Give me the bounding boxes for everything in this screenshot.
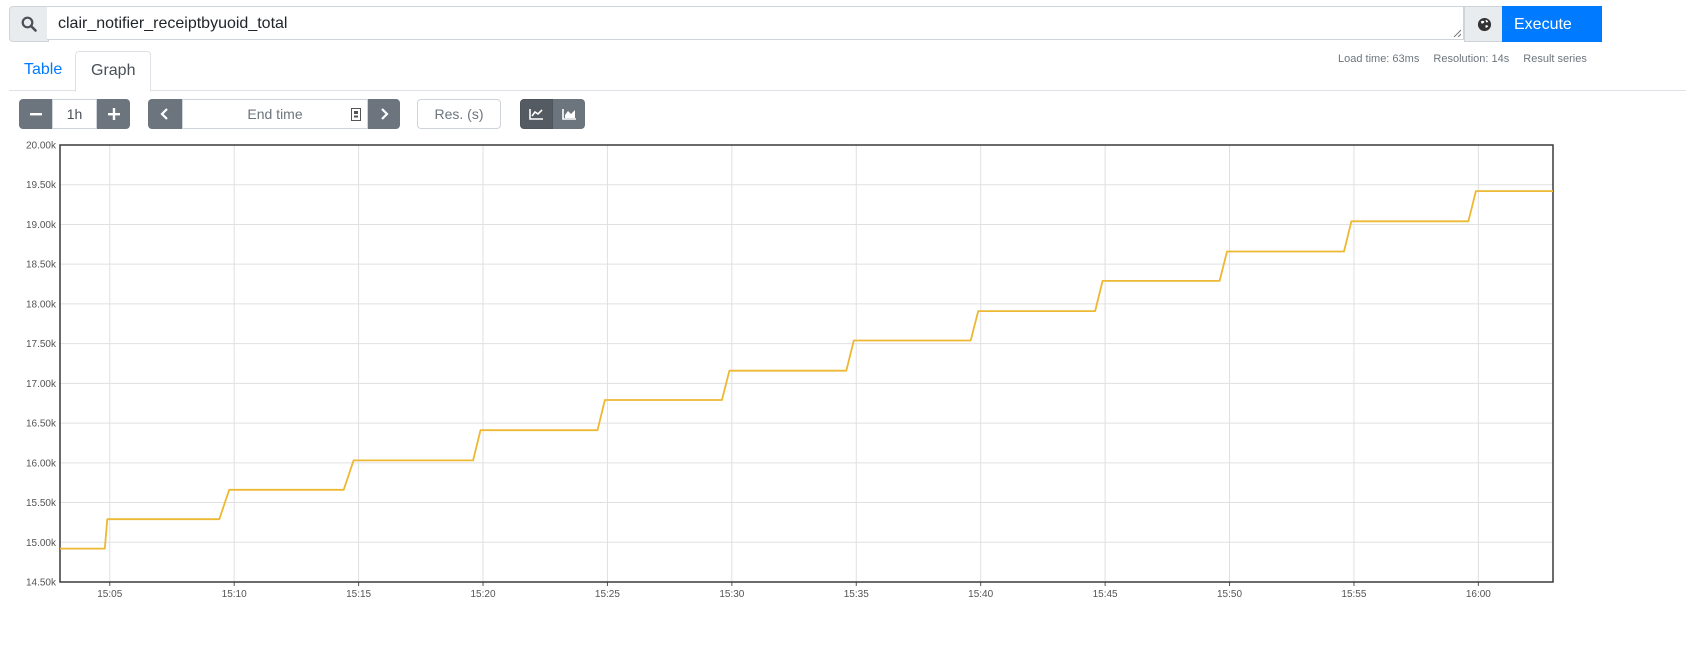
stacked-chart-mode-button[interactable] [553, 99, 585, 129]
graph-panel: 14.50k 15.00k 15.50k 16.00k 16.50k 17.00k 17.5… [0, 138, 1686, 658]
x-tick-label: 15:50 [1217, 589, 1242, 600]
x-tick-label: 15:55 [1341, 589, 1366, 600]
line-chart-icon [529, 109, 543, 120]
y-tick-label: 16.00k [26, 458, 57, 469]
y-tick-label: 18.50k [26, 260, 57, 271]
y-tick-label: 18.00k [26, 299, 57, 310]
y-tick-label: 19.00k [26, 220, 57, 231]
x-tick-label: 15:20 [471, 589, 496, 600]
query-expression-text: clair_notifier_receiptbyuoid_total [58, 15, 288, 32]
x-tick-label: 15:30 [719, 589, 744, 600]
y-tick-label: 15.50k [26, 498, 57, 509]
end-time-placeholder: End time [247, 106, 303, 122]
globe-icon [1477, 17, 1491, 31]
query-bar: clair_notifier_receiptbyuoid_total Execu… [9, 6, 1686, 42]
series-line [60, 190, 1553, 550]
tab-table[interactable]: Table [9, 51, 77, 89]
x-tick-label: 15:35 [844, 589, 869, 600]
resize-grip-icon[interactable] [1453, 29, 1461, 37]
chevron-right-icon [381, 108, 389, 120]
end-time-input[interactable]: End time [182, 99, 368, 129]
area-chart-icon [561, 109, 576, 120]
x-tick-label: 15:05 [97, 589, 122, 600]
resolution-input[interactable]: Res. (s) [417, 99, 501, 129]
y-tick-label: 20.00k [26, 141, 57, 152]
metrics-explorer-button[interactable] [1464, 6, 1504, 42]
plus-icon [107, 108, 120, 120]
line-chart-mode-button[interactable] [520, 99, 553, 129]
chevron-left-icon [160, 108, 168, 120]
calendar-icon[interactable] [351, 108, 361, 121]
decrease-range-button[interactable] [19, 99, 52, 129]
x-tick-label: 15:40 [968, 589, 993, 600]
query-expression-input[interactable]: clair_notifier_receiptbyuoid_total [47, 6, 1464, 40]
x-tick-label: 15:25 [595, 589, 620, 600]
increase-range-button[interactable] [97, 99, 130, 129]
next-time-button[interactable] [368, 99, 400, 129]
y-tick-label: 17.50k [26, 339, 57, 350]
y-tick-label: 17.00k [26, 379, 57, 390]
tab-graph[interactable]: Graph [75, 51, 152, 92]
plot-frame [59, 144, 1554, 583]
x-tick-label: 15:10 [222, 589, 247, 600]
execute-button[interactable]: Execute [1502, 6, 1602, 42]
x-tick-label: 15:45 [1093, 589, 1118, 600]
y-tick-label: 15.00k [26, 538, 57, 549]
y-tick-label: 16.50k [26, 419, 57, 430]
y-tick-label: 14.50k [26, 578, 57, 589]
previous-time-button[interactable] [148, 99, 182, 129]
view-tabs: Table Graph [9, 51, 1686, 92]
range-input[interactable]: 1h [52, 99, 97, 129]
minus-icon [29, 113, 42, 116]
time-series-chart[interactable]: 14.50k 15.00k 15.50k 16.00k 16.50k 17.00k 17.5… [0, 138, 1686, 658]
search-icon [21, 16, 37, 32]
y-tick-label: 19.50k [26, 180, 57, 191]
search-addon [9, 6, 49, 42]
x-tick-label: 16:00 [1466, 589, 1491, 600]
x-tick-label: 15:15 [346, 589, 371, 600]
